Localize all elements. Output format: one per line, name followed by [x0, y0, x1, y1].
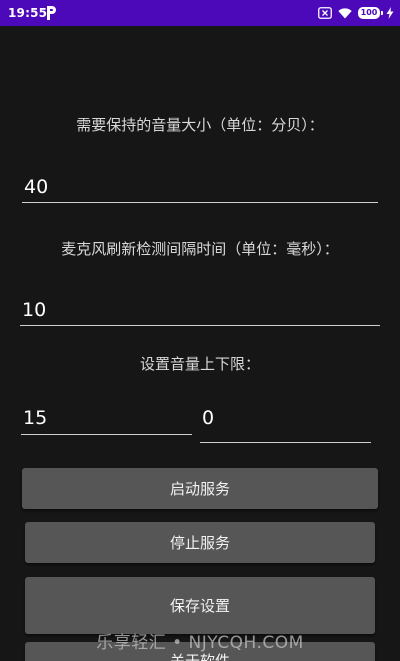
lower-limit-wrap: [200, 402, 371, 443]
interval-input-wrap: [20, 293, 380, 326]
volume-label: 需要保持的音量大小（单位：分贝）：: [76, 116, 324, 134]
interval-input[interactable]: [20, 293, 380, 326]
wifi-icon: [338, 8, 352, 19]
app-p-icon: [47, 6, 56, 20]
app-screen: 19:55 100 需要保持的音量大小（单位：分贝）： 麦克风刷新: [0, 0, 400, 661]
limits-label: 设置音量上下限：: [139, 355, 260, 373]
status-time: 19:55: [8, 6, 48, 20]
volume-input-wrap: [22, 170, 378, 203]
lower-limit-underline: [200, 442, 371, 443]
interval-label: 麦克风刷新检测间隔时间（单位：毫秒）：: [61, 240, 339, 258]
status-icons: 100: [318, 5, 394, 21]
interval-input-underline: [20, 325, 380, 326]
save-settings-button[interactable]: 保存设置: [25, 577, 375, 634]
stop-service-button[interactable]: 停止服务: [25, 522, 375, 563]
volume-input-underline: [22, 202, 378, 203]
about-button[interactable]: 关于软件: [25, 642, 375, 661]
status-bar: 19:55 100: [0, 0, 400, 26]
upper-limit-wrap: [21, 401, 192, 435]
start-service-button[interactable]: 启动服务: [22, 468, 378, 509]
upper-limit-underline: [21, 434, 192, 435]
battery-level: 100: [360, 8, 378, 17]
lower-limit-input[interactable]: [200, 402, 371, 443]
battery-icon: 100: [358, 7, 383, 19]
upper-limit-input[interactable]: [21, 401, 192, 435]
no-sim-icon: [318, 7, 332, 19]
charging-icon: [386, 7, 394, 19]
volume-input[interactable]: [22, 170, 378, 203]
